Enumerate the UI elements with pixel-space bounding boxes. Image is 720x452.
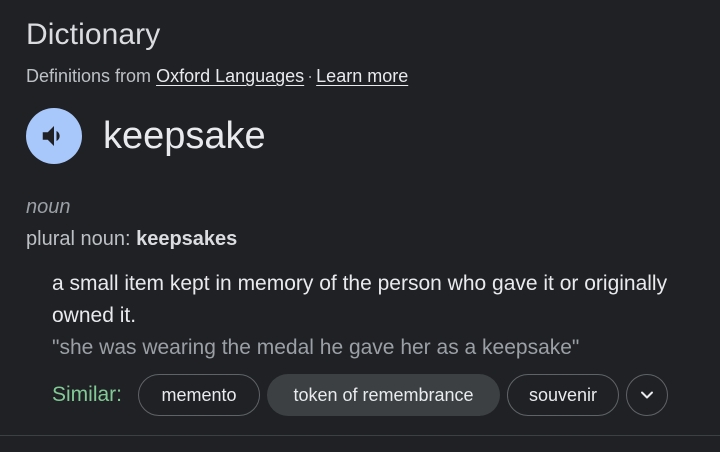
plural-form: keepsakes	[136, 228, 238, 250]
dictionary-card: Dictionary Definitions from Oxford Langu…	[0, 0, 720, 452]
plural-label: plural noun:	[26, 228, 131, 250]
part-of-speech: noun	[26, 196, 71, 218]
learn-more-link[interactable]: Learn more	[316, 66, 408, 86]
separator-dot: ·	[307, 66, 314, 86]
headword: keepsake	[103, 115, 266, 157]
similar-chip-token-of-remembrance[interactable]: token of remembrance	[267, 374, 500, 416]
example-sentence: "she was wearing the medal he gave her a…	[52, 336, 580, 359]
plural-line: plural noun: keepsakes	[26, 225, 237, 253]
oxford-languages-link[interactable]: Oxford Languages	[156, 66, 304, 86]
pronunciation-button[interactable]	[26, 108, 82, 164]
expand-similar-button[interactable]	[626, 374, 668, 416]
source-line: Definitions from Oxford Languages · Learn …	[26, 64, 408, 88]
source-prefix: Definitions from	[26, 66, 152, 86]
definition-text: a small item kept in memory of the perso…	[52, 272, 668, 327]
similar-label: Similar:	[52, 383, 123, 406]
bottom-divider	[0, 435, 720, 436]
volume-icon	[42, 126, 60, 146]
card-title: Dictionary	[26, 18, 161, 51]
similar-chip-souvenir[interactable]: souvenir	[507, 374, 619, 416]
similar-chip-memento[interactable]: memento	[138, 374, 260, 416]
chevron-down-icon	[641, 391, 653, 399]
